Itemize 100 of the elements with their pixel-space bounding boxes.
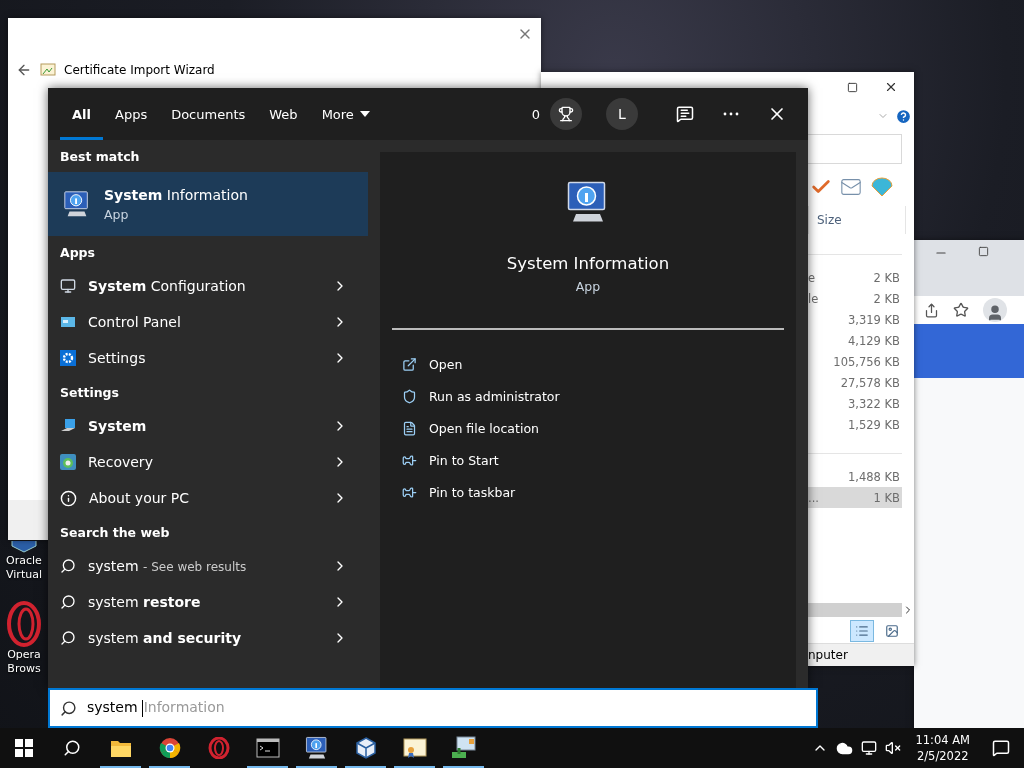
tab[interactable]: More bbox=[309, 88, 382, 140]
result-label: system and security bbox=[88, 630, 242, 646]
ring-logo-icon bbox=[207, 737, 230, 759]
file-size: 3,322 KB bbox=[848, 396, 901, 411]
windows-logo-icon bbox=[15, 739, 33, 757]
speaker-muted-icon[interactable] bbox=[885, 740, 902, 756]
result-label: About your PC bbox=[89, 490, 190, 506]
file-row[interactable]: 105,756 KB bbox=[808, 351, 902, 372]
more-icon bbox=[723, 112, 739, 116]
desktop-icon-label: Brows bbox=[7, 662, 41, 676]
file-row[interactable]: e 2 KB bbox=[808, 267, 902, 288]
tab[interactable]: All bbox=[60, 88, 103, 140]
star-icon[interactable] bbox=[953, 302, 969, 318]
result-subtitle: App bbox=[104, 206, 130, 222]
result-item[interactable]: system restore bbox=[48, 584, 368, 620]
result-item[interactable]: Recovery bbox=[48, 444, 368, 480]
tab[interactable]: Apps bbox=[103, 88, 160, 140]
section-heading: Best match bbox=[59, 147, 141, 166]
file-row[interactable]: 3,319 KB bbox=[808, 309, 902, 330]
scrollbar-thumb[interactable] bbox=[808, 603, 902, 617]
file-size: 4,129 KB bbox=[848, 333, 901, 348]
ring-logo-icon[interactable] bbox=[6, 600, 42, 648]
status-text: nputer bbox=[808, 648, 848, 662]
result-item[interactable]: Settings bbox=[48, 340, 368, 376]
tab[interactable]: Documents bbox=[159, 88, 258, 140]
result-label: System bbox=[88, 418, 148, 434]
file-size: 3,319 KB bbox=[848, 312, 901, 327]
section-heading: Settings bbox=[59, 383, 120, 402]
result-item[interactable]: system and security bbox=[48, 620, 368, 656]
certificate-icon bbox=[40, 62, 56, 78]
file-row[interactable]: 1,488 KB bbox=[808, 466, 902, 487]
action-item[interactable]: Pin to Start bbox=[402, 444, 796, 476]
result-label: Recovery bbox=[88, 454, 154, 470]
window-icon bbox=[60, 314, 76, 330]
result-item[interactable]: System bbox=[48, 408, 368, 444]
section-heading: Apps bbox=[59, 243, 96, 262]
file-row[interactable]: 4,129 KB bbox=[808, 330, 902, 351]
file-size: 2 KB bbox=[873, 270, 901, 285]
file-size: 1 KB bbox=[873, 490, 901, 505]
section-heading: Search the web bbox=[59, 523, 171, 542]
file-size: 1,529 KB bbox=[848, 417, 901, 432]
maximize-icon[interactable] bbox=[847, 81, 858, 93]
result-item[interactable]: Control Panel bbox=[48, 304, 368, 340]
computer-icon bbox=[450, 736, 477, 760]
file-name: le bbox=[808, 291, 819, 306]
action-item[interactable]: Open file location bbox=[402, 412, 796, 444]
result-title: System Information bbox=[104, 186, 248, 203]
search-icon bbox=[60, 630, 76, 646]
search-icon bbox=[60, 594, 76, 610]
shield-icon bbox=[402, 388, 417, 404]
result-label: system restore bbox=[88, 594, 202, 610]
rewards-button[interactable] bbox=[550, 98, 582, 130]
result-item[interactable]: system - See web results bbox=[48, 548, 368, 584]
file-row[interactable]: 27,578 KB bbox=[808, 372, 902, 393]
network-icon[interactable] bbox=[861, 740, 878, 756]
result-item[interactable]: About your PC bbox=[48, 480, 368, 516]
action-item[interactable]: Pin to taskbar bbox=[402, 476, 796, 508]
info-icon bbox=[60, 489, 77, 507]
certificate-icon bbox=[402, 737, 427, 759]
avatar-button[interactable]: L bbox=[606, 98, 638, 130]
file-row[interactable]: 3,322 KB bbox=[808, 393, 902, 414]
close-icon[interactable] bbox=[884, 80, 898, 94]
action-item[interactable]: Open bbox=[402, 348, 796, 380]
file-name: ... bbox=[808, 490, 819, 505]
preview-subtitle: App bbox=[575, 279, 601, 294]
file-row[interactable]: le 2 KB bbox=[808, 288, 902, 309]
envelope-icon[interactable] bbox=[840, 176, 862, 198]
action-item[interactable]: Run as administrator bbox=[402, 380, 796, 412]
file-row[interactable]: ... 1 KB bbox=[808, 487, 902, 508]
best-match-item[interactable]: System Information App bbox=[48, 172, 368, 236]
result-item[interactable]: System Configuration bbox=[48, 268, 368, 304]
open-icon bbox=[402, 356, 417, 372]
clock[interactable]: 11:04 AM 2/5/2022 bbox=[915, 732, 970, 764]
search-field[interactable]: system Information bbox=[48, 688, 818, 728]
notification-icon[interactable] bbox=[992, 739, 1010, 757]
recovery-icon bbox=[60, 454, 76, 470]
search-icon bbox=[60, 558, 76, 574]
window-title: Certificate Import Wizard bbox=[64, 63, 215, 77]
result-label: Control Panel bbox=[88, 314, 182, 330]
details-view-button[interactable] bbox=[850, 620, 874, 642]
maximize-icon[interactable] bbox=[978, 246, 989, 257]
file-size: 105,756 KB bbox=[833, 354, 901, 369]
help-icon[interactable] bbox=[895, 107, 912, 125]
tab[interactable]: Web bbox=[257, 88, 310, 140]
share-icon[interactable] bbox=[924, 302, 939, 318]
file-size: 1,488 KB bbox=[848, 469, 901, 484]
search-icon bbox=[63, 739, 81, 757]
profile-avatar[interactable] bbox=[983, 298, 1007, 322]
desktop-icon-label: Virtual bbox=[6, 568, 42, 582]
file-row[interactable]: 1,529 KB bbox=[808, 414, 902, 435]
desktop-icon-label: Oracle bbox=[6, 554, 42, 568]
settings-icon bbox=[60, 350, 76, 366]
preview-title: System Information bbox=[506, 254, 670, 273]
laptop-icon bbox=[60, 418, 76, 434]
result-label: Settings bbox=[88, 350, 147, 366]
file-name: e bbox=[808, 270, 816, 285]
terminal-icon bbox=[255, 738, 280, 758]
search-icon bbox=[60, 699, 77, 717]
file-icon bbox=[402, 420, 417, 436]
monitor-icon bbox=[60, 278, 76, 294]
